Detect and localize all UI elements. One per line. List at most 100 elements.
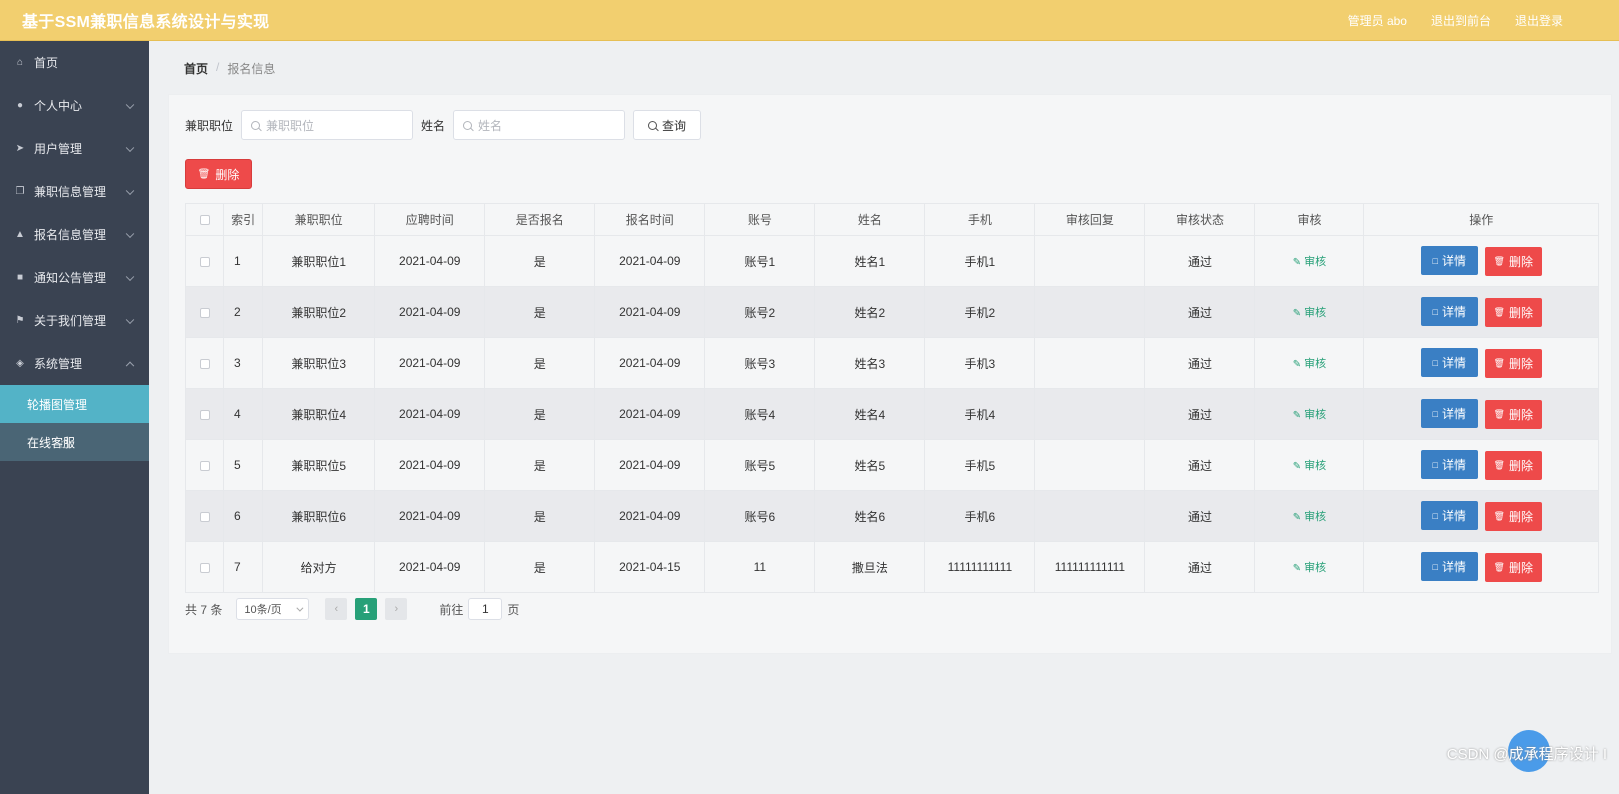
hand-cursor-icon: ☝ [60, 435, 70, 452]
row-checkbox-cell[interactable] [185, 388, 225, 440]
cell-reply [1034, 439, 1146, 491]
flag-icon: ⚑ [15, 315, 25, 326]
edit-icon: ✎ [1292, 410, 1302, 421]
sidebar-item-user-management[interactable]: ➤ 用户管理 [0, 127, 149, 170]
select-all-checkbox[interactable] [199, 215, 210, 226]
search-icon [463, 120, 473, 130]
delete-row-button[interactable]: 🗑 删除 [1484, 450, 1542, 480]
cell-signed: 是 [484, 388, 596, 440]
cell-actions: □ 详情 🗑 删除 [1363, 235, 1599, 287]
table-row: 6 兼职职位6 2021-04-09 是 2021-04-09 账号6 姓名6 手机6 通过 ✎ 审… [185, 490, 1599, 542]
sidebar-subitem-carousel[interactable]: 轮播图管理 [0, 385, 149, 423]
audit-link[interactable]: ✎ 审核 [1293, 358, 1326, 370]
row-checkbox[interactable] [199, 409, 210, 420]
detail-button[interactable]: □ 详情 [1420, 450, 1478, 480]
row-checkbox[interactable] [199, 562, 210, 573]
exit-to-front-link[interactable]: 退出到前台 [1431, 12, 1491, 29]
next-page-button[interactable]: › [385, 598, 408, 620]
trash-icon: 🗑 [1493, 306, 1505, 317]
cell-name: 撒旦法 [814, 541, 926, 593]
logout-link[interactable]: 退出登录 [1515, 12, 1563, 29]
audit-link[interactable]: ✎ 审核 [1293, 460, 1326, 472]
row-checkbox-cell[interactable] [185, 439, 225, 491]
audit-link[interactable]: ✎ 审核 [1293, 409, 1326, 421]
query-button[interactable]: 查询 [633, 110, 702, 140]
cell-job: 兼职职位2 [262, 286, 376, 338]
sidebar-item-label: 首页 [34, 56, 59, 70]
column-header: 姓名 [814, 203, 926, 236]
sidebar-item-notice-management[interactable]: ■ 通知公告管理 [0, 256, 149, 299]
detail-button[interactable]: □ 详情 [1420, 501, 1478, 531]
table-row: 5 兼职职位5 2021-04-09 是 2021-04-09 账号5 姓名5 手机5 通过 ✎ 审… [185, 439, 1599, 491]
name-search-input[interactable]: 姓名 [453, 110, 626, 140]
table-row: 3 兼职职位3 2021-04-09 是 2021-04-09 账号3 姓名3 手机3 通过 ✎ 审… [185, 337, 1599, 389]
audit-link[interactable]: ✎ 审核 [1293, 256, 1326, 268]
delete-label: 删除 [1508, 560, 1533, 575]
sidebar-item-personal-center[interactable]: ● 个人中心 [0, 84, 149, 127]
cell-phone: 手机5 [924, 439, 1036, 491]
row-checkbox[interactable] [199, 511, 210, 522]
sidebar-item-system-management[interactable]: ◈ 系统管理 [0, 342, 149, 385]
sidebar-item-label: 兼职信息管理 [34, 185, 107, 199]
cell-phone: 手机1 [924, 235, 1036, 287]
delete-row-button[interactable]: 🗑 删除 [1484, 246, 1542, 276]
cell-reply [1034, 235, 1146, 287]
detail-label: 详情 [1441, 254, 1466, 269]
cell-account: 账号6 [704, 490, 816, 542]
cell-index: 1 [223, 235, 264, 287]
thumb-icon: ▲ [15, 229, 25, 240]
breadcrumb-current: 报名信息 [227, 62, 276, 76]
cell-reply: 111111111111 [1034, 541, 1146, 593]
page-number-current[interactable]: 1 [355, 598, 378, 620]
edit-icon: ✎ [1292, 563, 1302, 574]
detail-button[interactable]: □ 详情 [1420, 246, 1478, 276]
delete-row-button[interactable]: 🗑 删除 [1484, 297, 1542, 327]
breadcrumb-home[interactable]: 首页 [184, 60, 208, 77]
cell-apply_time: 2021-04-09 [374, 286, 486, 338]
cell-name: 姓名6 [814, 490, 926, 542]
search-bar: 兼职职位 兼职职位 姓名 姓名 查询 [185, 110, 702, 140]
sidebar-subitem-online-service[interactable]: 在线客服 [0, 423, 149, 461]
document-icon: □ [1432, 510, 1438, 521]
sidebar-item-signup-management[interactable]: ▲ 报名信息管理 [0, 213, 149, 256]
sidebar-item-home[interactable]: ⌂ 首页 [0, 41, 149, 84]
row-checkbox-cell[interactable] [185, 337, 225, 389]
row-checkbox[interactable] [199, 460, 210, 471]
cell-apply_time: 2021-04-09 [374, 490, 486, 542]
row-checkbox[interactable] [199, 256, 210, 267]
batch-delete-button[interactable]: 🗑 删除 [185, 159, 252, 189]
audit-link[interactable]: ✎ 审核 [1293, 562, 1326, 574]
audit-link[interactable]: ✎ 审核 [1293, 511, 1326, 523]
prev-page-button[interactable]: ‹ [325, 598, 348, 620]
delete-row-button[interactable]: 🗑 删除 [1484, 552, 1542, 582]
detail-button[interactable]: □ 详情 [1420, 297, 1478, 327]
row-checkbox[interactable] [199, 358, 210, 369]
goto-page-input[interactable]: 1 [468, 598, 503, 620]
sidebar-item-job-management[interactable]: ❐ 兼职信息管理 [0, 170, 149, 213]
cell-audit: ✎ 审核 [1254, 337, 1365, 389]
edit-icon: ✎ [1292, 359, 1302, 370]
row-checkbox-cell[interactable] [185, 286, 225, 338]
detail-button[interactable]: □ 详情 [1420, 348, 1478, 378]
cell-actions: □ 详情 🗑 删除 [1363, 337, 1599, 389]
delete-row-button[interactable]: 🗑 删除 [1484, 399, 1542, 429]
audit-link[interactable]: ✎ 审核 [1293, 307, 1326, 319]
cell-index: 4 [223, 388, 264, 440]
detail-button[interactable]: □ 详情 [1420, 552, 1478, 582]
row-checkbox[interactable] [199, 307, 210, 318]
chevron-down-icon [125, 143, 135, 152]
detail-button[interactable]: □ 详情 [1420, 399, 1478, 429]
select-all-checkbox-cell[interactable] [185, 203, 225, 236]
job-search-input[interactable]: 兼职职位 [241, 110, 414, 140]
admin-user-label[interactable]: 管理员 abo [1348, 12, 1407, 29]
delete-row-button[interactable]: 🗑 删除 [1484, 501, 1542, 531]
cell-phone: 手机4 [924, 388, 1036, 440]
row-checkbox-cell[interactable] [185, 541, 225, 593]
row-checkbox-cell[interactable] [185, 235, 225, 287]
delete-row-button[interactable]: 🗑 删除 [1484, 348, 1542, 378]
chevron-down-icon [296, 604, 304, 612]
page-size-select[interactable]: 10条/页 [236, 598, 310, 620]
row-checkbox-cell[interactable] [185, 490, 225, 542]
sidebar-item-about-management[interactable]: ⚑ 关于我们管理 [0, 299, 149, 342]
edit-icon: ✎ [1292, 461, 1302, 472]
